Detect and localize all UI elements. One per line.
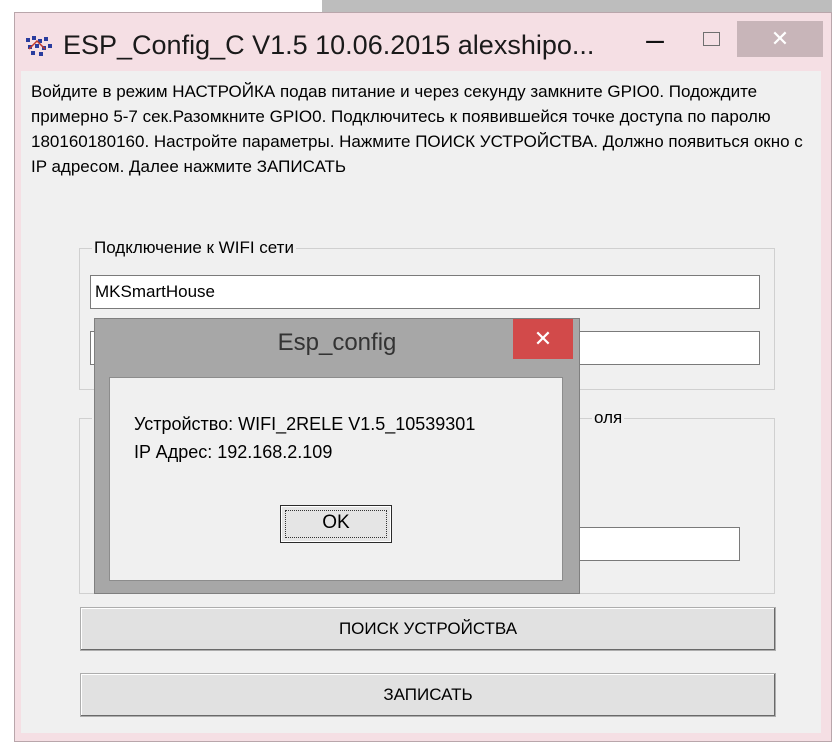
- app-icon: [25, 35, 53, 57]
- settings-group-legend-right: оля: [592, 408, 625, 428]
- maximize-icon: [702, 32, 720, 46]
- dialog-close-button[interactable]: ✕: [513, 319, 573, 359]
- esp-config-dialog: Esp_config ✕ Устройство: WIFI_2RELE V1.5…: [94, 318, 580, 594]
- minimize-button[interactable]: –: [635, 21, 675, 57]
- title-bar[interactable]: ESP_Config_C V1.5 10.06.2015 alexshipo..…: [15, 13, 831, 71]
- wifi-group-legend: Подключение к WIFI сети: [92, 238, 296, 258]
- search-device-button[interactable]: ПОИСК УСТРОЙСТВА: [80, 607, 776, 651]
- dialog-title: Esp_config: [277, 329, 397, 356]
- instructions-text: Войдите в режим НАСТРОЙКА подав питание …: [31, 82, 803, 176]
- window-title: ESP_Config_C V1.5 10.06.2015 alexshipo..…: [63, 30, 595, 60]
- ok-button[interactable]: OK: [280, 505, 392, 543]
- write-button[interactable]: ЗАПИСАТЬ: [80, 673, 776, 717]
- focus-rectangle: [285, 510, 387, 538]
- ssid-input[interactable]: [90, 275, 760, 309]
- device-info-text: Устройство: WIFI_2RELE V1.5_10539301: [134, 414, 476, 434]
- dialog-client-area: Устройство: WIFI_2RELE V1.5_10539301 IP …: [109, 377, 563, 581]
- ip-address-text: IP Адрес: 192.168.2.109: [134, 442, 333, 462]
- maximize-button[interactable]: [691, 21, 731, 57]
- close-button[interactable]: ✕: [737, 21, 823, 57]
